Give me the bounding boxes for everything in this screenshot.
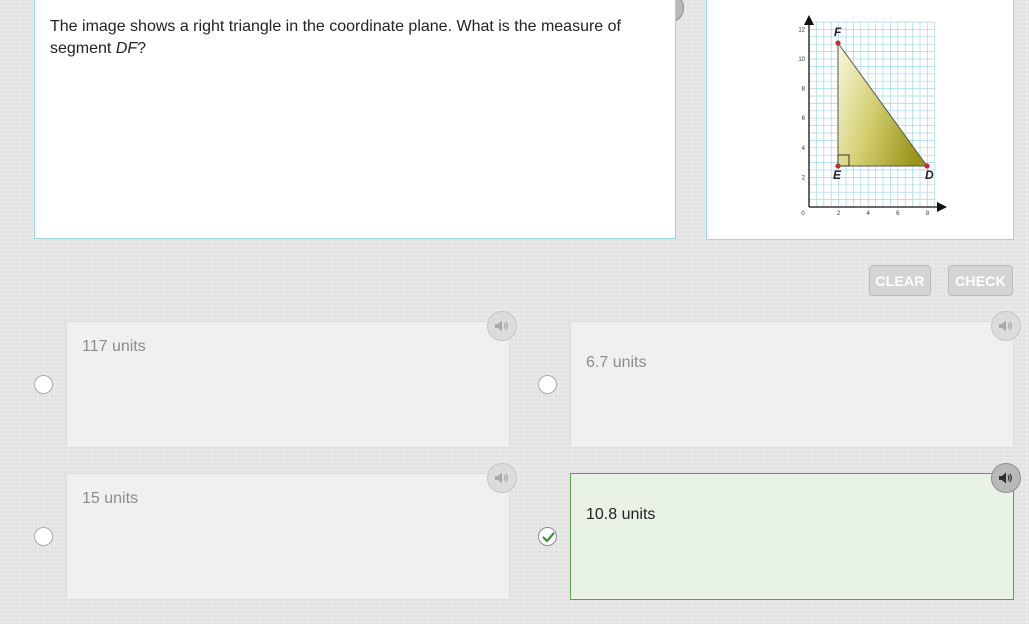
- radio-option-2[interactable]: [538, 375, 557, 394]
- speaker-icon: [495, 320, 508, 332]
- speaker-icon: [495, 472, 508, 484]
- option-card-2[interactable]: 6.7 units: [570, 321, 1014, 448]
- option-card-4[interactable]: 10.8 units: [570, 473, 1014, 600]
- checkmark-icon: [542, 532, 555, 543]
- x-tick-label: 4: [867, 211, 871, 217]
- label-e: E: [833, 168, 842, 182]
- x-tick-label: 6: [896, 211, 900, 217]
- radio-option-3[interactable]: [34, 527, 53, 546]
- y-tick-label: 6: [802, 116, 806, 122]
- label-f: F: [834, 25, 842, 39]
- option-3-audio-button[interactable]: [487, 463, 517, 493]
- point-f: [835, 40, 841, 46]
- radio-option-4[interactable]: [538, 527, 557, 546]
- option-4-audio-button[interactable]: [991, 463, 1021, 493]
- option-label-4: 10.8 units: [586, 506, 656, 523]
- y-tick-label: 8: [802, 87, 806, 93]
- coordinate-plane-figure: F E D 0 2 4 6 8 2 4 6 8 10 12: [798, 15, 947, 217]
- speaker-icon: [999, 472, 1012, 484]
- radio-option-1[interactable]: [34, 375, 53, 394]
- triangle-def: [837, 41, 928, 167]
- option-1-audio-button[interactable]: [487, 311, 517, 341]
- figure-panel: F E D 0 2 4 6 8 2 4 6 8 10 12: [706, 0, 1014, 240]
- x-axis-arrow: [937, 202, 947, 212]
- option-card-1[interactable]: 117 units: [66, 321, 510, 448]
- option-label-1: 117 units: [82, 338, 146, 355]
- option-label-2: 6.7 units: [586, 354, 647, 371]
- question-text: The image shows a right triangle in the …: [50, 16, 650, 60]
- x-tick-label: 0: [801, 211, 805, 217]
- x-tick-label: 8: [926, 211, 930, 217]
- question-mark: ?: [137, 40, 147, 57]
- x-tick-label: 2: [837, 211, 841, 217]
- y-axis-arrow: [804, 15, 814, 25]
- check-button[interactable]: CHECK: [948, 265, 1013, 296]
- option-2-audio-button[interactable]: [991, 311, 1021, 341]
- speaker-icon: [999, 320, 1012, 332]
- option-label-3: 15 units: [82, 490, 139, 507]
- option-card-3[interactable]: 15 units: [66, 473, 510, 600]
- label-d: D: [925, 168, 934, 182]
- y-tick-label: 4: [802, 146, 806, 152]
- y-tick-label: 2: [802, 175, 806, 181]
- y-tick-label: 10: [798, 57, 805, 63]
- question-panel: The image shows a right triangle in the …: [34, 0, 676, 239]
- segment-name: DF: [115, 40, 138, 57]
- y-tick-label: 12: [798, 27, 805, 33]
- clear-button[interactable]: CLEAR: [869, 265, 931, 296]
